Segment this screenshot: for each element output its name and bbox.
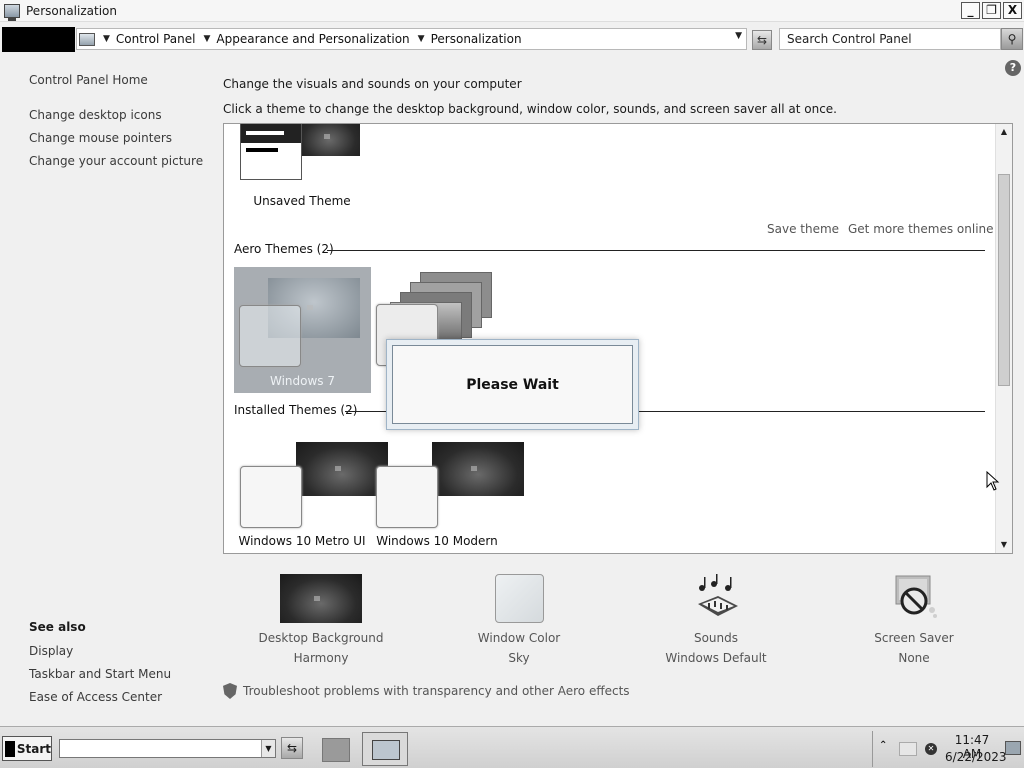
chevron-down-icon[interactable]: ▼ xyxy=(418,34,425,44)
minimize-button[interactable]: _ xyxy=(961,2,980,19)
control-panel-icon xyxy=(372,740,400,760)
address-history-dropdown-icon[interactable]: ▼ xyxy=(735,31,742,41)
window-color-value: Sky xyxy=(508,651,530,665)
theme-label-windows7: Windows 7 xyxy=(269,374,335,388)
theme-wallpaper-thumbnail xyxy=(298,124,360,156)
installed-themes-heading: Installed Themes (2) xyxy=(234,403,358,417)
control-panel-icon xyxy=(79,32,95,46)
theme-color-swatch xyxy=(376,466,438,528)
change-account-picture-link[interactable]: Change your account picture xyxy=(29,154,203,168)
please-wait-message: Please Wait xyxy=(392,345,633,424)
volume-muted-icon[interactable]: ✕ xyxy=(925,743,937,755)
window-controls: _ ❐ X xyxy=(961,2,1022,19)
sounds-label[interactable]: Sounds xyxy=(655,631,777,645)
chevron-down-icon[interactable]: ▼ xyxy=(204,34,211,44)
breadcrumb-appearance[interactable]: Appearance and Personalization xyxy=(216,32,409,46)
window-color-setting[interactable]: Window Color Sky xyxy=(458,574,580,665)
breadcrumb-personalization[interactable]: Personalization xyxy=(431,32,522,46)
scroll-down-arrow-icon[interactable]: ▼ xyxy=(996,537,1012,553)
taskbar-personalization-button[interactable] xyxy=(362,732,408,766)
windows-logo-icon xyxy=(5,740,15,757)
display-link[interactable]: Display xyxy=(29,644,73,658)
personalization-app-icon xyxy=(4,3,20,21)
please-wait-dialog: Please Wait xyxy=(386,339,639,430)
taskbar-go-button[interactable]: ⇆ xyxy=(281,737,303,759)
see-also-heading: See also xyxy=(29,620,86,634)
ease-of-access-link[interactable]: Ease of Access Center xyxy=(29,690,162,704)
theme-label-win10-metro: Windows 10 Metro UI xyxy=(238,534,366,548)
restore-button[interactable]: ❐ xyxy=(982,2,1001,19)
theme-tile-win10-modern[interactable] xyxy=(374,442,524,530)
folder-icon xyxy=(322,738,350,762)
scroll-up-arrow-icon[interactable]: ▲ xyxy=(996,124,1012,140)
breadcrumb-control-panel[interactable]: Control Panel xyxy=(116,32,196,46)
refresh-icon: ⇆ xyxy=(286,741,298,755)
screen-saver-setting[interactable]: Screen Saver None xyxy=(853,574,975,665)
scrollbar-thumb[interactable] xyxy=(998,174,1010,386)
theme-tile-windows7[interactable]: Windows 7 xyxy=(234,267,371,393)
network-icon[interactable] xyxy=(899,742,917,756)
start-label: Start xyxy=(16,741,51,756)
screen-saver-label[interactable]: Screen Saver xyxy=(853,631,975,645)
desktop-background-icon xyxy=(280,574,362,623)
window-preview-icon xyxy=(240,124,302,180)
desktop-background-setting[interactable]: Desktop Background Harmony xyxy=(250,574,392,665)
search-icon: ⚲ xyxy=(1007,32,1017,46)
taskbar: Start ▼ ⇆ ⌃ ✕ 11:47 AM 6/22/2023 xyxy=(0,726,1024,768)
theme-wallpaper-thumbnail xyxy=(432,442,524,496)
page-title: Change the visuals and sounds on your co… xyxy=(223,77,522,91)
taskbar-start-menu-link[interactable]: Taskbar and Start Menu xyxy=(29,667,171,681)
screen-saver-value: None xyxy=(898,651,930,665)
sounds-setting[interactable]: Sounds Windows Default xyxy=(655,574,777,665)
sounds-value: Windows Default xyxy=(665,651,767,665)
change-mouse-pointers-link[interactable]: Change mouse pointers xyxy=(29,131,172,145)
theme-label-win10-modern: Windows 10 Modern xyxy=(376,534,498,548)
theme-tile-win10-metro[interactable] xyxy=(238,442,388,530)
page-subtitle: Click a theme to change the desktop back… xyxy=(223,102,837,116)
chevron-down-icon[interactable]: ▼ xyxy=(261,740,275,757)
chevron-down-icon[interactable]: ▼ xyxy=(103,34,110,44)
desktop-background-value: Harmony xyxy=(293,651,349,665)
address-bar: ▼ Control Panel ▼ Appearance and Persona… xyxy=(0,26,1024,54)
navigation-buttons-blackout xyxy=(2,27,75,52)
sounds-icon xyxy=(692,574,741,623)
taskbar-address-input[interactable]: ▼ xyxy=(59,739,276,758)
aero-themes-heading: Aero Themes (2) xyxy=(234,242,334,256)
search-input[interactable]: Search Control Panel xyxy=(779,28,1001,50)
screen-saver-icon xyxy=(890,574,939,623)
theme-label-unsaved: Unsaved Theme xyxy=(253,194,351,208)
system-tray: ⌃ ✕ 11:47 AM 6/22/2023 xyxy=(872,731,1024,767)
taskbar-file-explorer-button[interactable] xyxy=(318,734,354,764)
window-color-icon xyxy=(494,574,544,623)
breadcrumb[interactable]: ▼ Control Panel ▼ Appearance and Persona… xyxy=(76,28,747,50)
title-bar: Personalization _ ❐ X xyxy=(0,0,1024,22)
change-desktop-icons-link[interactable]: Change desktop icons xyxy=(29,108,162,122)
close-button[interactable]: X xyxy=(1003,2,1022,19)
section-divider xyxy=(327,250,985,251)
clock-date[interactable]: 6/22/2023 xyxy=(945,750,1007,764)
help-icon[interactable]: ? xyxy=(1005,60,1021,76)
window-title: Personalization xyxy=(26,3,117,18)
theme-color-swatch xyxy=(240,466,302,528)
refresh-button[interactable]: ⇆ xyxy=(752,30,772,50)
troubleshoot-link[interactable]: Troubleshoot problems with transparency … xyxy=(243,684,630,698)
start-button[interactable]: Start xyxy=(2,736,52,761)
desktop-background-label[interactable]: Desktop Background xyxy=(250,631,392,645)
control-panel-home-link[interactable]: Control Panel Home xyxy=(29,73,148,87)
refresh-icon: ⇆ xyxy=(756,33,768,47)
shield-icon xyxy=(223,683,237,699)
show-desktop-icon[interactable] xyxy=(1005,741,1021,755)
theme-color-swatch xyxy=(239,305,301,367)
get-more-themes-link[interactable]: Get more themes online xyxy=(848,222,994,236)
window-color-label[interactable]: Window Color xyxy=(458,631,580,645)
troubleshoot-link-row[interactable]: Troubleshoot problems with transparency … xyxy=(223,683,630,699)
save-theme-link[interactable]: Save theme xyxy=(767,222,839,236)
show-hidden-icons-icon[interactable]: ⌃ xyxy=(879,740,887,751)
search-button[interactable]: ⚲ xyxy=(1001,28,1023,50)
